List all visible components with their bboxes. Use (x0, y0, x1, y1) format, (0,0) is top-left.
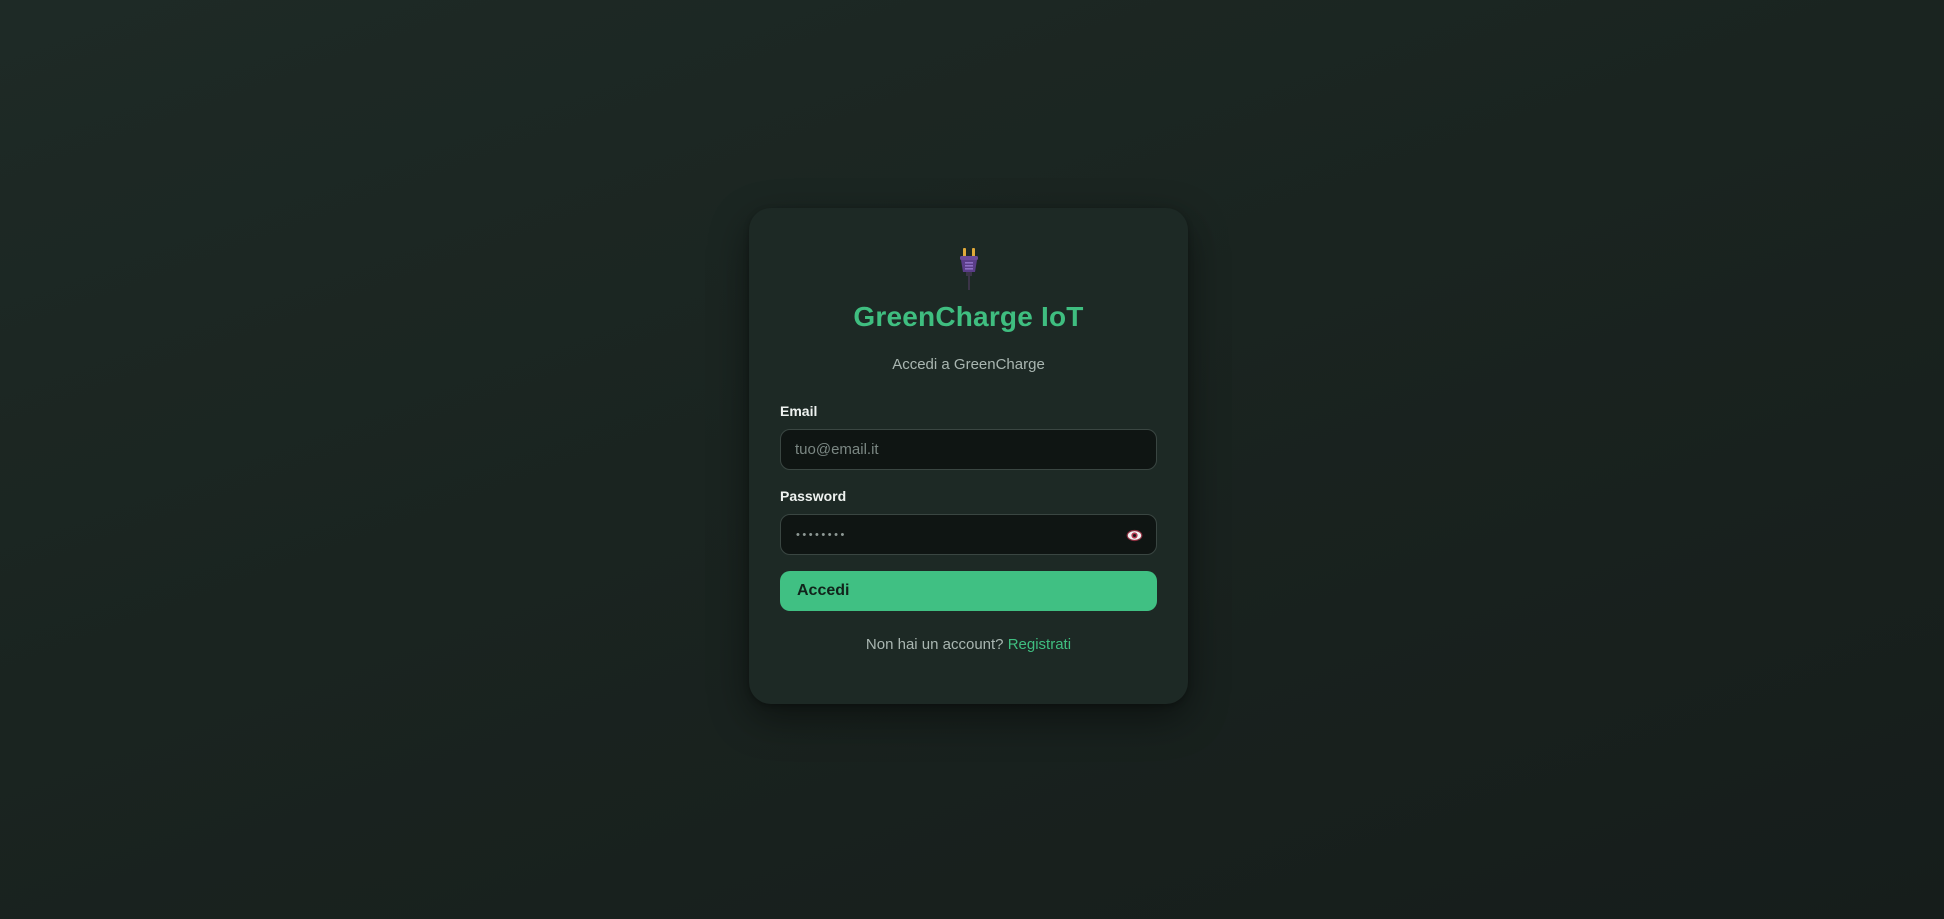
email-label: Email (780, 403, 818, 419)
password-label: Password (780, 488, 847, 504)
app-title: GreenCharge IoT (853, 301, 1084, 332)
register-prompt-text: Non hai un account? (865, 636, 1004, 653)
electric-plug-icon (959, 248, 978, 290)
email-field-container (780, 429, 1157, 470)
register-prompt: Non hai un account? Registrati (749, 636, 1188, 653)
eye-icon[interactable] (1126, 527, 1143, 544)
password-input[interactable] (781, 515, 1156, 554)
register-link[interactable]: Registrati (1008, 636, 1071, 653)
email-input[interactable] (781, 430, 1156, 469)
password-field-container: •••••••• (780, 514, 1157, 555)
login-subtitle: Accedi a GreenCharge (892, 356, 1045, 373)
login-card: GreenCharge IoT Accedi a GreenCharge Ema… (749, 208, 1188, 704)
login-button[interactable]: Accedi (780, 571, 1157, 611)
